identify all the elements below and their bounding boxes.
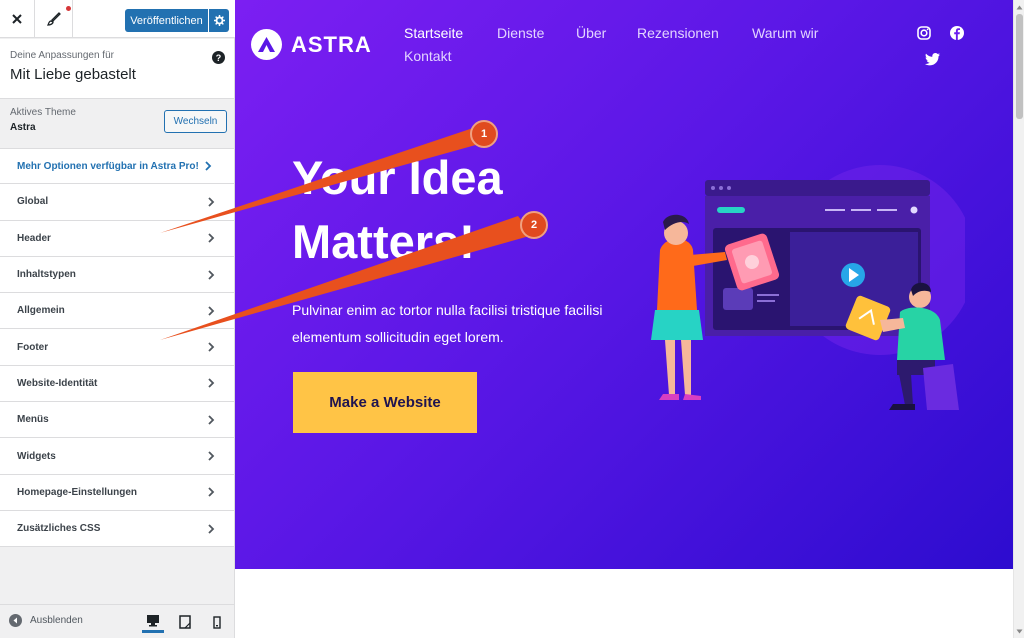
desktop-icon bbox=[147, 615, 159, 627]
nav-kontakt[interactable]: Kontakt bbox=[404, 48, 451, 64]
chevron-right-icon bbox=[208, 342, 215, 352]
chevron-right-icon bbox=[208, 451, 215, 461]
menu-item-label: Menüs bbox=[17, 414, 49, 426]
menu-item-label: Inhaltstypen bbox=[17, 269, 76, 281]
menu-item-label: Website-Identität bbox=[17, 377, 98, 389]
customizer-subtitle: Deine Anpassungen für bbox=[10, 50, 114, 61]
menu-item-widgets[interactable]: Widgets bbox=[0, 438, 234, 475]
site-logo[interactable]: ASTRA bbox=[251, 29, 372, 60]
customizer-footer: Ausblenden bbox=[0, 604, 234, 638]
collapse-icon bbox=[9, 614, 22, 627]
menu-item-homepage-settings[interactable]: Homepage-Einstellungen bbox=[0, 474, 234, 511]
close-icon bbox=[12, 14, 22, 24]
chevron-right-icon bbox=[208, 269, 215, 280]
menu-item-label: Zusätzliches CSS bbox=[17, 523, 101, 535]
desktop-preview-button[interactable] bbox=[142, 611, 164, 633]
hide-controls-label: Ausblenden bbox=[30, 615, 83, 626]
brush-icon bbox=[46, 12, 61, 26]
switch-theme-button[interactable]: Wechseln bbox=[164, 110, 227, 133]
help-icon[interactable]: ? bbox=[212, 51, 225, 64]
annotation-badge-1: 1 bbox=[470, 120, 498, 148]
nav-startseite[interactable]: Startseite bbox=[404, 25, 463, 41]
facebook-icon[interactable] bbox=[949, 25, 965, 41]
astra-pro-label: Mehr Optionen verfügbar in Astra Pro! bbox=[17, 160, 199, 172]
menu-item-footer[interactable]: Footer bbox=[0, 329, 234, 366]
hide-controls-button[interactable]: Ausblenden bbox=[9, 614, 83, 627]
menu-item-general[interactable]: Allgemein bbox=[0, 293, 234, 330]
chevron-right-icon bbox=[208, 233, 215, 243]
menu-item-label: Footer bbox=[17, 341, 49, 353]
menu-item-label: Header bbox=[17, 232, 51, 244]
menu-item-global[interactable]: Global bbox=[0, 184, 234, 221]
content-area bbox=[235, 569, 1013, 638]
logo-text: ASTRA bbox=[291, 31, 372, 57]
annotation-badge-2: 2 bbox=[520, 211, 548, 239]
twitter-icon[interactable] bbox=[925, 51, 941, 67]
site-title: Mit Liebe gebastelt bbox=[10, 66, 136, 83]
menu-item-menus[interactable]: Menüs bbox=[0, 402, 234, 439]
publish-settings-button[interactable] bbox=[209, 9, 229, 32]
chevron-right-icon bbox=[208, 197, 215, 207]
scroll-up-arrow[interactable] bbox=[1014, 1, 1024, 13]
menu-item-content-types[interactable]: Inhaltstypen bbox=[0, 256, 234, 294]
active-theme-section: Aktives Theme Astra Wechseln bbox=[0, 100, 234, 146]
nav-dienste[interactable]: Dienste bbox=[497, 25, 544, 41]
chevron-right-icon bbox=[208, 487, 215, 497]
active-theme-name: Astra bbox=[10, 122, 36, 133]
nav-warum-wir[interactable]: Warum wir bbox=[752, 25, 818, 41]
hero-text-line-2: elementum sollicitudin eget lorem. bbox=[292, 329, 504, 345]
chevron-right-icon bbox=[208, 378, 215, 389]
hero-text: Pulvinar enim ac tortor nulla facilisi t… bbox=[292, 297, 662, 351]
menu-item-label: Homepage-Einstellungen bbox=[17, 486, 138, 498]
preview-scrollbar[interactable] bbox=[1013, 0, 1024, 638]
hero-title-line-1: Your Idea bbox=[292, 151, 503, 204]
astra-logo-icon bbox=[251, 29, 282, 60]
customizer-sidebar: Veröffentlichen Deine Anpassungen für Mi… bbox=[0, 0, 235, 638]
tablet-icon bbox=[179, 615, 191, 629]
menu-item-header[interactable]: Header bbox=[0, 220, 234, 257]
hero-section: ASTRA Startseite Dienste Über Rezensione… bbox=[235, 0, 1013, 569]
nav-rezensionen[interactable]: Rezensionen bbox=[637, 25, 719, 41]
hero-text-line-1: Pulvinar enim ac tortor nulla facilisi t… bbox=[292, 302, 603, 318]
chevron-right-icon bbox=[208, 306, 215, 316]
menu-item-additional-css[interactable]: Zusätzliches CSS bbox=[0, 510, 234, 548]
astra-pro-link[interactable]: Mehr Optionen verfügbar in Astra Pro! bbox=[0, 148, 234, 185]
scroll-down-arrow[interactable] bbox=[1014, 625, 1024, 637]
active-theme-label: Aktives Theme bbox=[10, 107, 76, 118]
nav-ueber[interactable]: Über bbox=[576, 25, 606, 41]
scrollbar-thumb[interactable] bbox=[1016, 14, 1023, 119]
instagram-icon[interactable] bbox=[916, 25, 932, 41]
site-preview: ASTRA Startseite Dienste Über Rezensione… bbox=[235, 0, 1013, 638]
menu-item-label: Global bbox=[17, 196, 49, 208]
chevron-right-icon bbox=[208, 523, 215, 534]
chevron-right-icon bbox=[205, 161, 212, 171]
mobile-icon bbox=[213, 615, 221, 629]
notification-dot bbox=[66, 6, 71, 11]
menu-item-site-identity[interactable]: Website-Identität bbox=[0, 365, 234, 403]
gear-icon bbox=[213, 15, 225, 26]
hero-illustration bbox=[651, 165, 965, 410]
customizer-header: Deine Anpassungen für Mit Liebe gebastel… bbox=[0, 39, 234, 99]
menu-item-label: Widgets bbox=[17, 450, 56, 462]
hero-title: Your Idea Matters! bbox=[292, 146, 612, 274]
make-website-button[interactable]: Make a Website bbox=[293, 372, 477, 433]
customizer-menu: Mehr Optionen verfügbar in Astra Pro! Gl… bbox=[0, 148, 234, 548]
publish-button[interactable]: Veröffentlichen bbox=[125, 9, 208, 32]
tablet-preview-button[interactable] bbox=[174, 611, 196, 633]
customizer-topbar: Veröffentlichen bbox=[0, 0, 235, 38]
chevron-right-icon bbox=[208, 415, 215, 425]
mobile-preview-button[interactable] bbox=[206, 611, 228, 633]
hero-title-line-2: Matters! bbox=[292, 215, 475, 268]
menu-item-label: Allgemein bbox=[17, 305, 65, 317]
close-customizer-button[interactable] bbox=[0, 0, 35, 38]
